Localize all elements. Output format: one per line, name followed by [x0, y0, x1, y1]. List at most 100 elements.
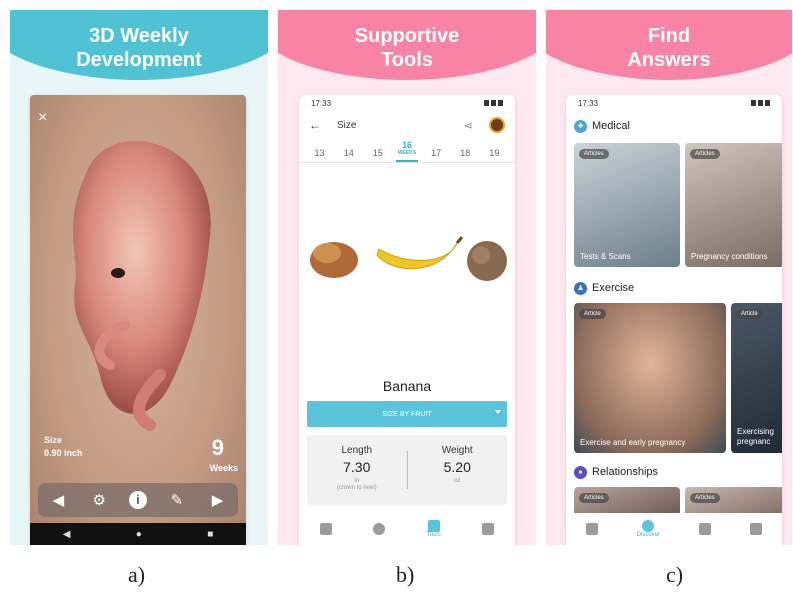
mango-image: [310, 242, 358, 278]
article-card[interactable]: Article Exercising pregnanc: [731, 303, 782, 453]
calendar-icon: [585, 523, 598, 535]
tab-add[interactable]: [482, 523, 495, 535]
week-unit: Weeks: [209, 463, 238, 473]
briefcase-icon: [699, 523, 712, 535]
panel-find-answers: Find Answers 17:33 ✚ Medical Articles Te…: [546, 10, 792, 545]
size-value: 0.90 inch: [44, 448, 83, 458]
week-tab[interactable]: 18: [454, 148, 476, 162]
section-title: Exercise: [592, 282, 635, 294]
article-badge: Article: [736, 309, 763, 319]
panel-supportive-tools: Supportive Tools 17:33 ← Size ⋖ 13 14 15…: [278, 10, 536, 545]
tab-discover-label: Discover: [636, 532, 661, 538]
bottom-tab-bar: Tools: [299, 513, 515, 545]
tab-tools[interactable]: Tools: [427, 520, 441, 538]
week-tab[interactable]: 17: [425, 148, 447, 162]
section-title: Medical: [592, 120, 630, 132]
length-label: Length: [341, 445, 373, 456]
weight-value: 5.20: [443, 459, 471, 475]
banner: Find Answers: [546, 10, 792, 80]
size-label: Size: [44, 435, 63, 445]
week-number: 9: [211, 435, 224, 460]
size-by-fruit-dropdown[interactable]: SIZE BY FRUIT: [307, 401, 507, 427]
wifi-icon: [484, 100, 489, 106]
back-arrow-icon[interactable]: ←: [309, 118, 321, 132]
battery-icon: [498, 100, 503, 106]
embryo-image: [73, 140, 211, 431]
compass-icon: [373, 523, 386, 535]
weight-unit: oz: [454, 478, 461, 484]
tab-calendar[interactable]: [585, 523, 598, 535]
plus-box-icon: [482, 523, 495, 535]
signal-icon: [491, 100, 496, 106]
status-icons: [484, 100, 503, 106]
back-icon[interactable]: ◀: [63, 529, 71, 540]
dropdown-label: SIZE BY FRUIT: [382, 410, 432, 418]
settings-icon[interactable]: ⚙: [88, 491, 110, 509]
length-note: (crown to heel): [336, 485, 377, 491]
system-nav-bar: ◀ ● ■: [30, 523, 246, 545]
card-title: Exercising pregnanc: [737, 427, 774, 446]
weight-label: Weight: [441, 445, 473, 456]
week-tab[interactable]: 14: [338, 148, 360, 162]
section-medical[interactable]: ✚ Medical: [566, 115, 782, 137]
week-tab[interactable]: 19: [483, 148, 505, 162]
tab-discover[interactable]: [373, 523, 386, 535]
medical-cards: Articles Tests & Scans Articles Pregnanc…: [574, 143, 782, 267]
briefcase-icon: [427, 520, 440, 532]
home-icon[interactable]: ●: [136, 529, 142, 540]
player-controls: ◀ ⚙ i ✎ ▶: [38, 483, 238, 517]
phone-screen-3d: × Size 0.90 inch 9 Weeks ◀ ⚙ i ✎ ▶ ◀ ● ■: [30, 95, 246, 545]
compass-icon: [642, 520, 655, 532]
week-tab-selected[interactable]: 16 WEEKS: [395, 140, 418, 162]
edit-icon[interactable]: ✎: [166, 491, 188, 509]
fruit-name: Banana: [382, 378, 432, 394]
status-bar: 17:33: [566, 95, 782, 111]
banner-title: Find Answers: [627, 25, 711, 71]
article-badge: Articles: [579, 493, 609, 503]
chevron-down-icon: [495, 410, 501, 414]
share-icon[interactable]: ⋖: [464, 119, 473, 132]
panel-3d-development: 3D Weekly Development × Size 0.90 inch 9…: [10, 10, 268, 545]
exercise-icon: ♟: [574, 281, 587, 295]
next-icon[interactable]: ▶: [207, 491, 229, 509]
info-icon[interactable]: i: [128, 491, 147, 509]
avatar[interactable]: [489, 117, 505, 133]
signal-icon: [758, 100, 763, 106]
banner: Supportive Tools: [278, 10, 536, 80]
article-badge: Articles: [579, 149, 609, 159]
section-exercise[interactable]: ♟ Exercise: [566, 277, 642, 299]
banner-title: 3D Weekly Development: [76, 25, 202, 71]
tab-calendar[interactable]: [319, 523, 332, 535]
card-title: Tests & Scans: [580, 252, 631, 261]
coconut-image: [467, 241, 507, 281]
clock: 17:33: [311, 98, 332, 108]
fruit-carousel[interactable]: [299, 205, 515, 315]
recents-icon[interactable]: ■: [207, 529, 213, 540]
tab-add[interactable]: [750, 523, 763, 535]
card-title: Pregnancy conditions: [691, 252, 768, 261]
week-tab[interactable]: 13: [309, 148, 331, 162]
tab-tools-label: Tools: [426, 532, 441, 538]
tab-discover[interactable]: Discover: [637, 520, 660, 538]
week-tab[interactable]: 15: [367, 148, 389, 162]
article-card[interactable]: Articles Tests & Scans: [574, 143, 680, 267]
top-app-bar: ← Size ⋖: [299, 111, 515, 139]
caption-c: c): [666, 562, 684, 587]
article-badge: Articles: [690, 493, 720, 503]
banana-image: [376, 236, 464, 270]
previous-icon[interactable]: ◀: [47, 491, 69, 509]
close-icon[interactable]: ×: [38, 109, 47, 127]
exercise-cards: Article Exercise and early pregnancy Art…: [574, 303, 782, 453]
banner-title: Supportive Tools: [354, 25, 460, 71]
article-card[interactable]: Article Exercise and early pregnancy: [574, 303, 726, 453]
section-relationships[interactable]: ● Relationships: [566, 461, 666, 483]
battery-icon: [765, 100, 770, 106]
status-bar: 17:33: [299, 95, 515, 111]
article-card[interactable]: Articles Pregnancy conditions: [685, 143, 782, 267]
length-unit: in: [354, 478, 360, 484]
people-icon: ●: [574, 465, 587, 479]
tab-tools[interactable]: [699, 523, 712, 535]
screen-title: Size: [337, 119, 357, 131]
weight-column: Weight 5.20 oz: [408, 435, 508, 505]
phone-screen-tools: 17:33 ← Size ⋖ 13 14 15 16 WEEKS 17 18 19: [299, 95, 515, 545]
